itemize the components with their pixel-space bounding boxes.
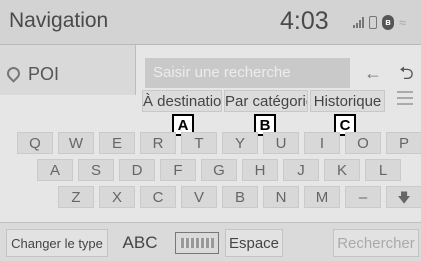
signal-icon [353,16,364,28]
key-t[interactable]: T [181,132,217,154]
tab-historique[interactable]: Historique [310,90,385,112]
navigation-screen: Navigation 4:03 ʙ ≈ POI Saisir une reche… [0,0,421,261]
key-u[interactable]: U [263,132,299,154]
keyboard-icon[interactable] [175,232,219,254]
key-j[interactable]: J [283,159,319,181]
key-k[interactable]: K [324,159,360,181]
search-button[interactable]: Rechercher [333,229,419,257]
key-dash[interactable]: – [345,186,381,208]
key-b[interactable]: B [222,186,258,208]
key-p[interactable]: P [386,132,421,154]
key-x[interactable]: X [99,186,135,208]
list-icon[interactable] [397,91,413,105]
key-shift[interactable]: 🡇 [386,186,421,208]
wifi-icon: ≈ [399,14,407,30]
key-q[interactable]: Q [17,132,53,154]
key-z[interactable]: Z [58,186,94,208]
key-e[interactable]: E [99,132,135,154]
key-n[interactable]: N [263,186,299,208]
bluetooth-icon: ʙ [382,14,394,30]
key-o[interactable]: O [345,132,381,154]
clock: 4:03 [280,7,329,35]
abc-button[interactable]: ABC [116,229,164,257]
poi-button[interactable]: POI [0,45,136,95]
key-v[interactable]: V [181,186,217,208]
key-s[interactable]: S [78,159,114,181]
status-bar: Navigation 4:03 ʙ ≈ [0,0,421,45]
map-pin-icon [4,64,23,83]
key-a[interactable]: A [37,159,73,181]
key-w[interactable]: W [58,132,94,154]
status-icons: ʙ ≈ [353,12,406,32]
space-button[interactable]: Espace [225,229,283,257]
key-r[interactable]: R [140,132,176,154]
screen-title: Navigation [9,9,109,32]
tab-par-categorie[interactable]: Par catégorie [224,90,308,112]
search-placeholder: Saisir une recherche [153,64,291,81]
phone-icon [369,15,377,29]
key-d[interactable]: D [119,159,155,181]
key-l[interactable]: L [365,159,401,181]
key-f[interactable]: F [160,159,196,181]
return-button[interactable]: ⮌ [392,57,421,89]
search-input[interactable]: Saisir une recherche [145,58,350,88]
backspace-button[interactable]: ← [357,57,389,89]
key-m[interactable]: M [304,186,340,208]
key-h[interactable]: H [242,159,278,181]
key-y[interactable]: Y [222,132,258,154]
key-g[interactable]: G [201,159,237,181]
key-c[interactable]: C [140,186,176,208]
change-type-button[interactable]: Changer le type [6,229,108,257]
key-i[interactable]: I [304,132,340,154]
tab-a-destination[interactable]: À destination [142,90,222,112]
poi-label: POI [28,64,60,84]
